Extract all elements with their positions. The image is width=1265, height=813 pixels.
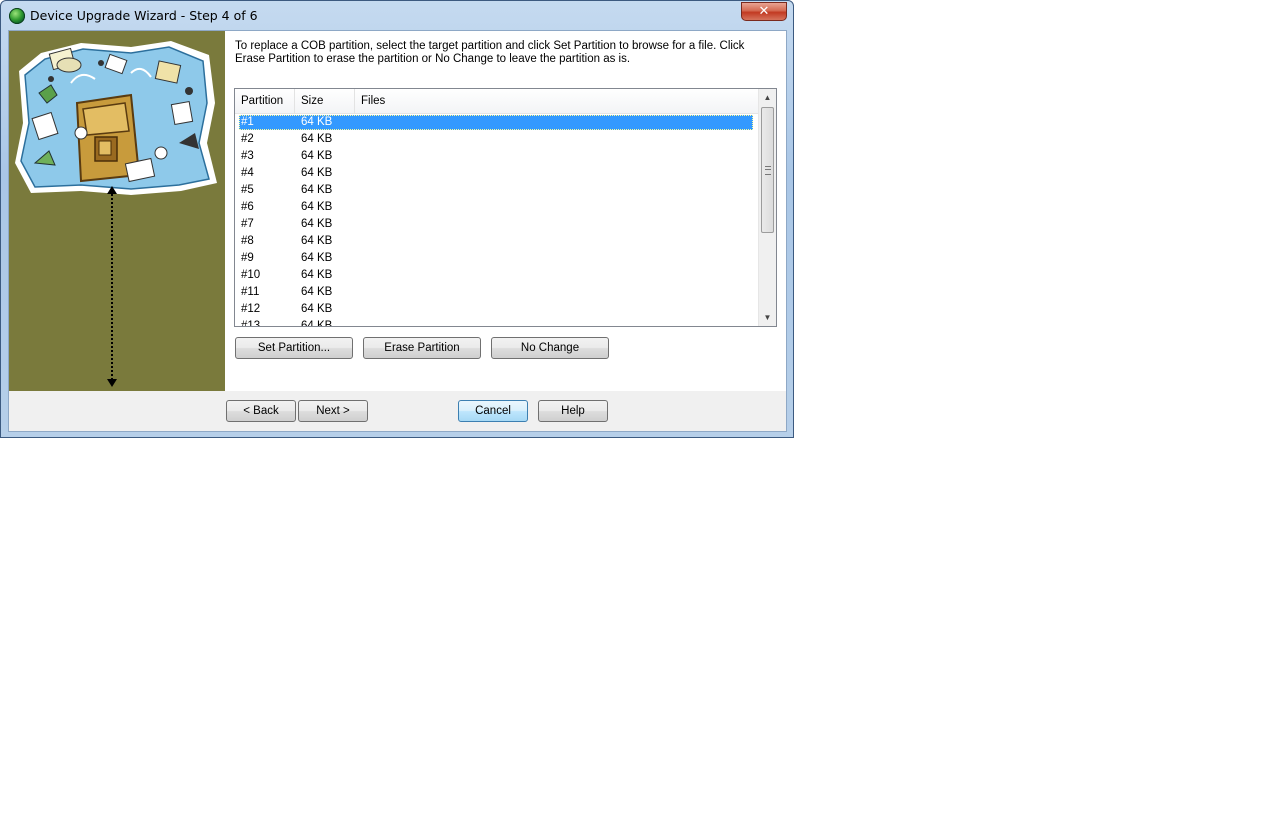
table-row[interactable]: #12 64 KB — [235, 301, 760, 318]
grip-icon — [765, 166, 771, 175]
partition-list[interactable]: Partition Size Files #1 64 KB #2 64 KB #3 6… — [234, 88, 777, 327]
arrow-down-icon — [107, 379, 117, 387]
partition-cell: #11 — [241, 286, 260, 298]
table-row[interactable]: #13 64 KB — [235, 318, 760, 327]
column-header-size[interactable]: Size — [295, 89, 355, 113]
dotted-connector — [111, 191, 113, 384]
size-cell: 64 KB — [301, 269, 333, 281]
size-cell: 64 KB — [301, 201, 333, 213]
partition-cell: #9 — [241, 252, 254, 264]
partition-cell: #1 — [241, 116, 254, 128]
partition-cell: #5 — [241, 184, 254, 196]
partition-cell: #8 — [241, 235, 254, 247]
size-cell: 64 KB — [301, 167, 333, 179]
partition-cell: #2 — [241, 133, 254, 145]
column-header-partition[interactable]: Partition — [235, 89, 295, 113]
partition-cell: #3 — [241, 150, 254, 162]
erase-partition-button[interactable]: Erase Partition — [363, 337, 481, 359]
cancel-button[interactable]: Cancel — [458, 400, 528, 422]
size-cell: 64 KB — [301, 235, 333, 247]
wizard-content: To replace a COB partition, select the t… — [225, 31, 786, 391]
table-row[interactable]: #2 64 KB — [235, 131, 760, 148]
table-row[interactable]: #10 64 KB — [235, 267, 760, 284]
column-header-files[interactable]: Files — [355, 89, 760, 113]
partition-cell: #10 — [241, 269, 261, 281]
wizard-illustration — [15, 41, 217, 195]
size-cell: 64 KB — [301, 184, 333, 196]
table-row[interactable]: #1 64 KB — [235, 114, 760, 131]
size-cell: 64 KB — [301, 252, 333, 264]
vertical-scrollbar[interactable]: ▲ ▼ — [758, 89, 776, 326]
partition-rows: #1 64 KB #2 64 KB #3 64 KB #4 64 KB #5 64 KB … — [235, 114, 760, 327]
back-button[interactable]: < Back — [226, 400, 296, 422]
set-partition-button[interactable]: Set Partition... — [235, 337, 353, 359]
list-header: Partition Size Files — [235, 89, 760, 114]
table-row[interactable]: #5 64 KB — [235, 182, 760, 199]
close-button[interactable]: ✕ — [741, 2, 787, 21]
partition-cell: #12 — [241, 303, 261, 315]
instructions-text: To replace a COB partition, select the t… — [235, 40, 745, 65]
window-title: Device Upgrade Wizard - Step 4 of 6 — [30, 8, 258, 23]
scroll-down-arrow-icon[interactable]: ▼ — [759, 309, 776, 326]
next-button[interactable]: Next > — [298, 400, 368, 422]
wizard-side-panel — [9, 31, 225, 391]
title-bar[interactable]: Device Upgrade Wizard - Step 4 of 6 ✕ — [1, 1, 793, 30]
globe-icon — [9, 8, 25, 24]
size-cell: 64 KB — [301, 303, 333, 315]
wizard-client-area: To replace a COB partition, select the t… — [8, 30, 787, 432]
partition-cell: #13 — [241, 320, 261, 327]
size-cell: 64 KB — [301, 218, 333, 230]
scroll-up-arrow-icon[interactable]: ▲ — [759, 89, 776, 106]
table-row[interactable]: #8 64 KB — [235, 233, 760, 250]
table-row[interactable]: #9 64 KB — [235, 250, 760, 267]
table-row[interactable]: #4 64 KB — [235, 165, 760, 182]
table-row[interactable]: #6 64 KB — [235, 199, 760, 216]
size-cell: 64 KB — [301, 116, 333, 128]
table-row[interactable]: #11 64 KB — [235, 284, 760, 301]
partition-cell: #4 — [241, 167, 254, 179]
table-row[interactable]: #7 64 KB — [235, 216, 760, 233]
partition-cell: #7 — [241, 218, 254, 230]
partition-cell: #6 — [241, 201, 254, 213]
wizard-footer: < Back Next > Cancel Help — [9, 391, 786, 431]
table-row[interactable]: #3 64 KB — [235, 148, 760, 165]
no-change-button[interactable]: No Change — [491, 337, 609, 359]
help-button[interactable]: Help — [538, 400, 608, 422]
wizard-window: Device Upgrade Wizard - Step 4 of 6 ✕ To… — [0, 0, 794, 438]
size-cell: 64 KB — [301, 133, 333, 145]
scrollbar-thumb[interactable] — [761, 107, 774, 233]
size-cell: 64 KB — [301, 320, 333, 327]
size-cell: 64 KB — [301, 150, 333, 162]
size-cell: 64 KB — [301, 286, 333, 298]
